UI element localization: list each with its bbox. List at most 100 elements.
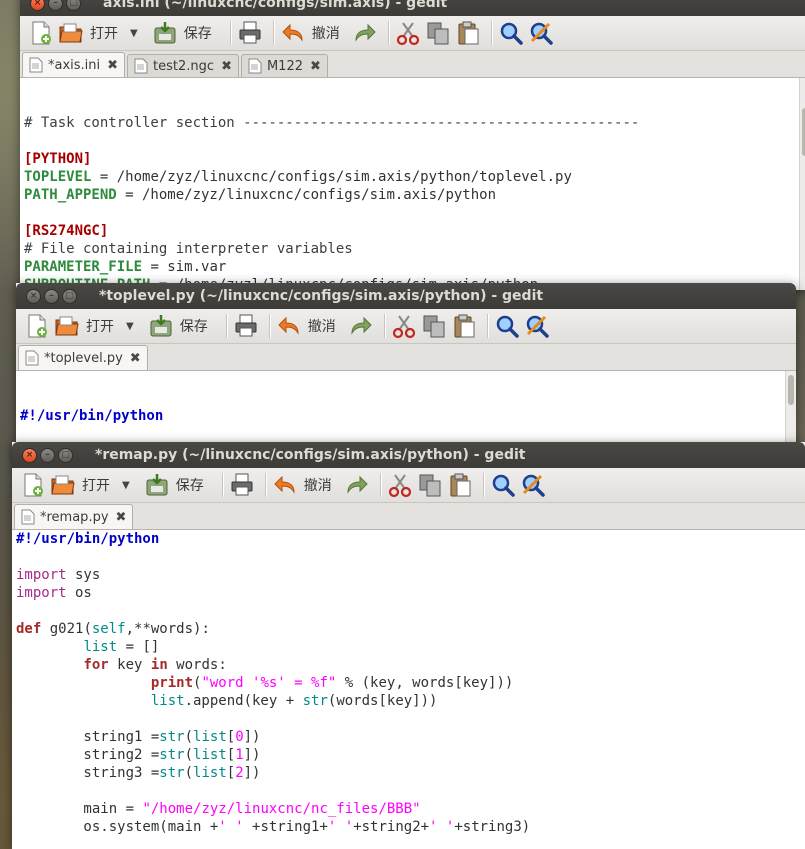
close-tab-icon[interactable]: ✖ xyxy=(116,510,127,525)
close-tab-icon[interactable]: ✖ xyxy=(310,59,321,74)
minimize-window-button[interactable]: – xyxy=(40,447,55,463)
new-button[interactable] xyxy=(24,311,50,341)
close-window-button[interactable]: × xyxy=(30,0,45,11)
open-button[interactable]: 打开 xyxy=(50,470,118,500)
code-token: os.system(main + xyxy=(16,819,219,835)
copy-button[interactable] xyxy=(425,18,451,48)
copy-icon xyxy=(425,20,451,46)
tab-test2-ngc[interactable]: test2.ngc ✖ xyxy=(127,54,239,77)
tab-bar: *axis.ini ✖ test2.ngc ✖ M122 ✖ xyxy=(20,51,805,78)
maximize-window-button[interactable]: □ xyxy=(62,288,77,304)
print-button[interactable] xyxy=(237,18,263,48)
save-label: 保存 xyxy=(183,26,212,42)
code-token: string3 = xyxy=(16,765,160,781)
minimize-window-button[interactable]: – xyxy=(48,0,63,11)
new-document-icon xyxy=(28,20,54,46)
toolbar-separator xyxy=(225,314,227,338)
code-token: ' ' xyxy=(327,819,354,835)
cut-button[interactable] xyxy=(395,18,421,48)
code-line: string3 =str(list[2]) xyxy=(16,764,805,782)
code-line: import os xyxy=(16,584,805,602)
open-dropdown-button[interactable]: ▼ xyxy=(126,311,144,341)
toolbar-separator xyxy=(387,21,389,45)
code-token: [PYTHON] xyxy=(24,151,92,167)
toolbar-separator xyxy=(383,314,385,338)
redo-button[interactable] xyxy=(352,18,378,48)
window-remap-py: × – □ *remap.py (~/linuxcnc/configs/sim.… xyxy=(12,442,805,849)
tab-remap-py[interactable]: *remap.py ✖ xyxy=(14,504,134,529)
paste-button[interactable] xyxy=(455,18,481,48)
vertical-scrollbar[interactable] xyxy=(799,78,805,290)
maximize-window-button[interactable]: □ xyxy=(58,447,73,463)
close-tab-icon[interactable]: ✖ xyxy=(130,351,141,366)
chevron-down-icon: ▼ xyxy=(126,320,134,332)
close-tab-icon[interactable]: ✖ xyxy=(107,58,118,73)
redo-button[interactable] xyxy=(348,311,374,341)
close-tab-icon[interactable]: ✖ xyxy=(221,59,232,74)
code-token: in xyxy=(150,657,168,673)
code-line: [PYTHON] xyxy=(24,150,805,168)
open-folder-icon xyxy=(58,20,84,46)
code-token: import xyxy=(16,567,67,583)
maximize-window-button[interactable]: □ xyxy=(66,0,81,11)
undo-button[interactable]: 撤消 xyxy=(276,311,344,341)
toolbar-separator xyxy=(264,473,266,497)
titlebar[interactable]: × – □ axis.ini (~/linuxcnc/configs/sim.a… xyxy=(20,0,805,16)
open-dropdown-button[interactable]: ▼ xyxy=(122,470,140,500)
paste-button[interactable] xyxy=(451,311,477,341)
window-title: axis.ini (~/linuxcnc/configs/sim.axis) -… xyxy=(103,0,448,11)
undo-label: 撤消 xyxy=(307,319,336,335)
replace-button[interactable] xyxy=(524,311,550,341)
code-token: list xyxy=(150,693,185,709)
code-token: (words[key])) xyxy=(327,693,438,709)
save-button[interactable]: 保存 xyxy=(148,311,216,341)
copy-button[interactable] xyxy=(417,470,443,500)
paste-button[interactable] xyxy=(447,470,473,500)
open-button[interactable]: 打开 xyxy=(54,311,122,341)
replace-icon xyxy=(520,472,546,498)
replace-button[interactable] xyxy=(520,470,546,500)
cut-button[interactable] xyxy=(387,470,413,500)
open-button[interactable]: 打开 xyxy=(58,18,126,48)
code-token: .append(key + xyxy=(184,693,303,709)
find-button[interactable] xyxy=(498,18,524,48)
code-token: +string3) xyxy=(454,819,531,835)
undo-button[interactable]: 撤消 xyxy=(280,18,348,48)
tab-m122[interactable]: M122 ✖ xyxy=(240,54,328,77)
replace-button[interactable] xyxy=(528,18,554,48)
cut-icon xyxy=(395,20,421,46)
minimize-window-button[interactable]: – xyxy=(44,288,59,304)
find-button[interactable] xyxy=(494,311,520,341)
new-button[interactable] xyxy=(20,470,46,500)
new-button[interactable] xyxy=(28,18,54,48)
replace-icon xyxy=(524,313,550,339)
scrollbar-thumb[interactable] xyxy=(788,375,794,405)
tab-label: M122 xyxy=(266,58,303,74)
text-editor[interactable]: # Task controller section --------------… xyxy=(20,78,805,290)
tab-axis-ini[interactable]: *axis.ini ✖ xyxy=(22,52,126,77)
open-dropdown-button[interactable]: ▼ xyxy=(130,18,148,48)
redo-button[interactable] xyxy=(344,470,370,500)
find-button[interactable] xyxy=(490,470,516,500)
close-window-button[interactable]: × xyxy=(22,447,37,463)
titlebar[interactable]: × – □ *toplevel.py (~/linuxcnc/configs/s… xyxy=(16,283,796,309)
close-window-button[interactable]: × xyxy=(26,288,41,304)
save-button[interactable]: 保存 xyxy=(152,18,220,48)
print-button[interactable] xyxy=(233,311,259,341)
text-editor[interactable]: #!/usr/bin/python import sys import os def … xyxy=(12,530,805,849)
tab-label: *axis.ini xyxy=(48,57,101,73)
document-icon xyxy=(21,509,35,525)
code-token: ' ' xyxy=(218,819,244,835)
titlebar[interactable]: × – □ *remap.py (~/linuxcnc/configs/sim.… xyxy=(12,442,805,468)
save-button[interactable]: 保存 xyxy=(144,470,212,500)
undo-button[interactable]: 撤消 xyxy=(272,470,340,500)
code-token: PARAMETER_FILE xyxy=(24,259,143,275)
tab-toplevel-py[interactable]: *toplevel.py ✖ xyxy=(18,345,148,370)
cut-button[interactable] xyxy=(391,311,417,341)
open-label: 打开 xyxy=(90,26,118,42)
code-token: ]) xyxy=(243,765,261,781)
print-button[interactable] xyxy=(229,470,255,500)
copy-button[interactable] xyxy=(421,311,447,341)
